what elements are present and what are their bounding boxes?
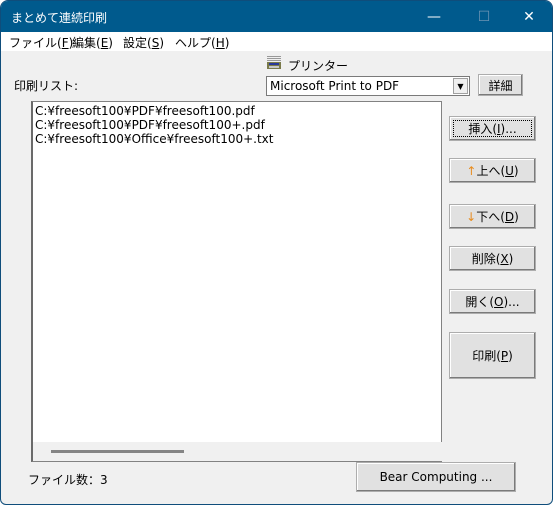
print-file-list[interactable]: C:¥freesoft100¥PDF¥freesoft100.pdf C:¥fr…: [31, 101, 442, 462]
delete-button[interactable]: 削除(X): [449, 246, 536, 271]
menu-file[interactable]: ファイル(F): [9, 34, 73, 51]
title-bar: まとめて連続印刷 — ☐ ✕: [1, 1, 552, 32]
menu-settings[interactable]: 設定(S): [123, 34, 164, 51]
chevron-down-icon: ▼: [457, 81, 464, 91]
list-item[interactable]: C:¥freesoft100¥PDF¥freesoft100.pdf: [35, 104, 255, 118]
window-title: まとめて連続印刷: [11, 11, 108, 25]
list-item[interactable]: C:¥freesoft100¥Office¥freesoft100+.txt: [35, 132, 274, 146]
menu-edit[interactable]: 編集(E): [72, 34, 113, 51]
insert-button[interactable]: 挿入(I)...: [449, 116, 536, 141]
move-up-button[interactable]: ↑ 上へ(U): [449, 158, 536, 183]
scrollbar-thumb[interactable]: [51, 450, 184, 453]
printer-details-button[interactable]: 詳細: [478, 74, 523, 96]
printer-select-value: Microsoft Print to PDF: [270, 79, 400, 93]
menu-bar: ファイル(F) 編集(E) 設定(S) ヘルプ(H): [1, 32, 552, 51]
about-button[interactable]: Bear Computing ...: [356, 462, 516, 492]
maximize-button[interactable]: ☐: [461, 1, 507, 32]
print-button[interactable]: 印刷(P): [449, 332, 536, 379]
arrow-down-icon: ↓: [466, 209, 477, 224]
minimize-button[interactable]: —: [411, 1, 457, 32]
dropdown-button[interactable]: ▼: [453, 78, 468, 94]
printer-select[interactable]: Microsoft Print to PDF ▼: [266, 76, 470, 96]
menu-help[interactable]: ヘルプ(H): [175, 34, 229, 51]
app-window: まとめて連続印刷 — ☐ ✕ ファイル(F) 編集(E) 設定(S) ヘルプ(H…: [0, 0, 553, 505]
move-down-button[interactable]: ↓ 下へ(D): [449, 204, 536, 229]
printer-label: プリンター: [288, 59, 349, 73]
close-button[interactable]: ✕: [506, 1, 552, 32]
minimize-icon: —: [427, 8, 441, 25]
maximize-icon: ☐: [477, 8, 491, 25]
close-icon: ✕: [523, 8, 535, 25]
print-list-label: 印刷リスト:: [14, 79, 79, 93]
horizontal-scrollbar[interactable]: [33, 442, 442, 461]
file-count-label: ファイル数：3: [28, 473, 108, 487]
open-button[interactable]: 開く(O)...: [449, 289, 536, 314]
printer-icon: [267, 56, 281, 69]
arrow-up-icon: ↑: [466, 163, 477, 178]
list-item[interactable]: C:¥freesoft100¥PDF¥freesoft100+.pdf: [35, 118, 265, 132]
